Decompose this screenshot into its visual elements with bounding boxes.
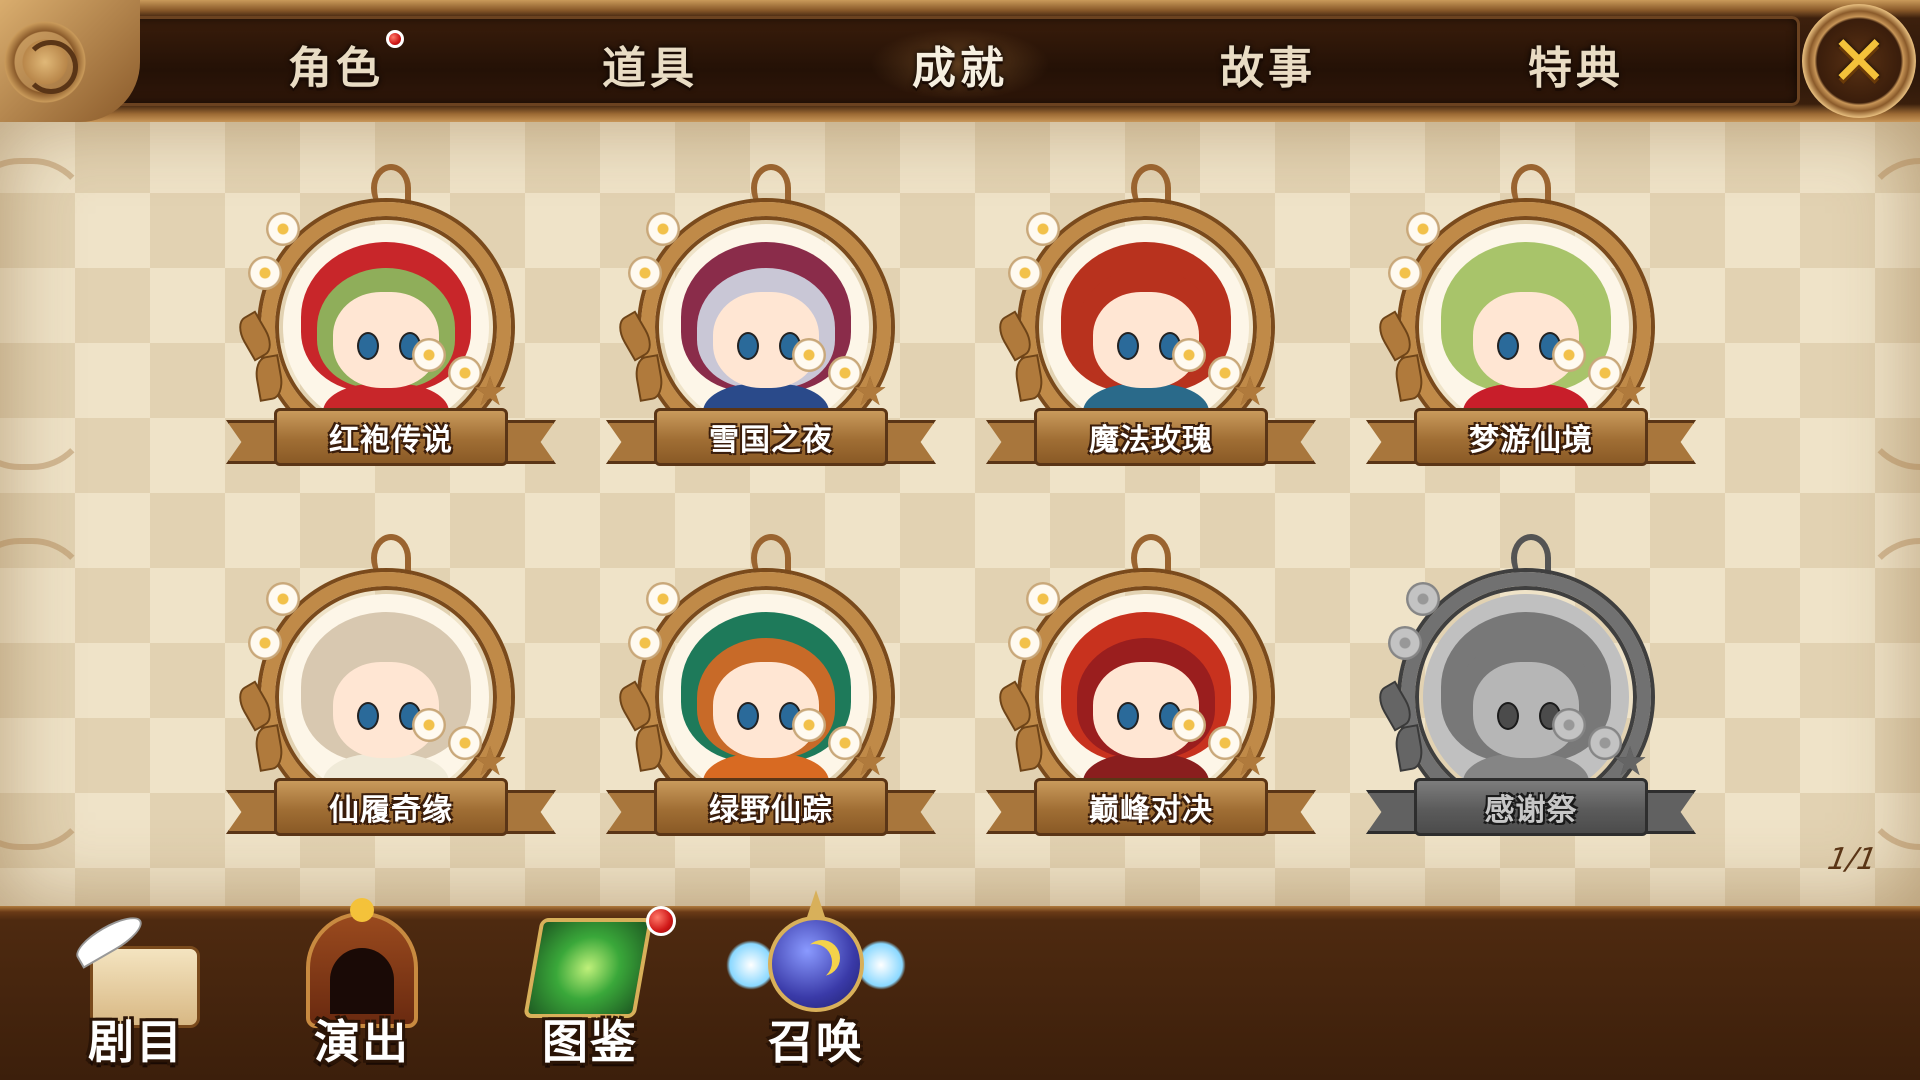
tab-label: 角色 xyxy=(288,43,384,94)
flower-icon xyxy=(1172,338,1206,372)
medal-ribbon: 红袍传说 xyxy=(226,402,556,474)
close-x-icon: ✕ xyxy=(1829,20,1889,102)
medal-ribbon: 梦游仙境 xyxy=(1366,402,1696,474)
right-swirl-decoration xyxy=(1860,158,1920,470)
flower-icon xyxy=(1008,626,1042,660)
medal-label: 巅峰对决 xyxy=(1089,793,1213,828)
medal-ribbon: 仙履奇缘 xyxy=(226,772,556,844)
medal-label: 梦游仙境 xyxy=(1469,423,1593,458)
flower-icon xyxy=(248,256,282,290)
medal-ribbon: 绿野仙踪 xyxy=(606,772,936,844)
character-portrait xyxy=(1043,224,1249,430)
close-button[interactable]: ✕ xyxy=(1802,4,1916,118)
notification-dot-icon xyxy=(386,30,404,48)
flower-icon xyxy=(792,338,826,372)
medal-label: 雪国之夜 xyxy=(709,423,833,458)
character-portrait xyxy=(1043,594,1249,800)
flower-icon xyxy=(1008,256,1042,290)
page-indicator: 1/1 xyxy=(1824,842,1880,877)
nav-label: 剧目 xyxy=(88,1015,184,1069)
nav-label: 演出 xyxy=(314,1015,410,1069)
flower-icon xyxy=(1406,582,1440,616)
character-portrait xyxy=(1423,224,1629,430)
flower-icon xyxy=(1026,212,1060,246)
flower-icon xyxy=(646,212,680,246)
left-swirl-decoration xyxy=(0,538,92,850)
flower-icon xyxy=(1406,212,1440,246)
flower-icon xyxy=(412,708,446,742)
flower-icon xyxy=(646,582,680,616)
nav-performance-button[interactable]: 演出 xyxy=(272,890,452,1080)
flower-icon xyxy=(248,626,282,660)
flower-icon xyxy=(1388,626,1422,660)
flower-icon xyxy=(266,212,300,246)
character-portrait xyxy=(1423,594,1629,800)
tab-items[interactable]: 道具 xyxy=(560,28,740,100)
medal-ribbon: 雪国之夜 xyxy=(606,402,936,474)
nav-gallery-button[interactable]: 图鉴 xyxy=(500,890,680,1080)
character-portrait xyxy=(663,224,869,430)
medal-ribbon: 感谢祭 xyxy=(1366,772,1696,844)
tab-achievements[interactable]: 成就 xyxy=(870,28,1050,100)
flower-icon xyxy=(1552,708,1586,742)
nav-label: 召唤 xyxy=(768,1015,864,1069)
flower-icon xyxy=(1172,708,1206,742)
achievement-medal[interactable]: ★ 梦游仙境 xyxy=(1366,164,1696,494)
corner-ornament-icon xyxy=(0,0,140,122)
flower-icon xyxy=(792,708,826,742)
flower-icon xyxy=(266,582,300,616)
character-portrait xyxy=(283,594,489,800)
tab-label: 道具 xyxy=(602,43,698,94)
flower-icon xyxy=(628,626,662,660)
flower-icon xyxy=(1388,256,1422,290)
tab-label: 特典 xyxy=(1528,43,1624,94)
achievement-medal[interactable]: ★ 魔法玫瑰 xyxy=(986,164,1316,494)
nav-repertoire-button[interactable]: 剧目 xyxy=(46,890,226,1080)
nav-summon-button[interactable]: 召唤 xyxy=(726,890,906,1080)
character-portrait xyxy=(663,594,869,800)
right-swirl-decoration xyxy=(1860,538,1920,850)
flower-icon xyxy=(1026,582,1060,616)
medal-label: 感谢祭 xyxy=(1484,793,1578,828)
tab-characters[interactable]: 角色 xyxy=(246,28,426,100)
tab-label: 成就 xyxy=(912,43,1008,94)
notification-dot-icon xyxy=(646,906,676,936)
left-swirl-decoration xyxy=(0,158,92,470)
flower-icon xyxy=(1552,338,1586,372)
achievement-medal[interactable]: ★ 巅峰对决 xyxy=(986,534,1316,864)
medal-label: 仙履奇缘 xyxy=(329,793,453,828)
medal-label: 魔法玫瑰 xyxy=(1089,423,1213,458)
tab-label: 故事 xyxy=(1220,43,1316,94)
achievement-medal[interactable]: ★ 绿野仙踪 xyxy=(606,534,936,864)
flower-icon xyxy=(628,256,662,290)
medal-ribbon: 巅峰对决 xyxy=(986,772,1316,844)
tab-bonus[interactable]: 特典 xyxy=(1486,28,1666,100)
achievement-medal[interactable]: ★ 红袍传说 xyxy=(226,164,556,494)
achievement-medal[interactable]: ★ 感谢祭 xyxy=(1366,534,1696,864)
medal-label: 绿野仙踪 xyxy=(709,793,833,828)
medal-ribbon: 魔法玫瑰 xyxy=(986,402,1316,474)
achievement-medal[interactable]: ★ 雪国之夜 xyxy=(606,164,936,494)
flower-icon xyxy=(412,338,446,372)
nav-label: 图鉴 xyxy=(542,1015,638,1069)
tab-story[interactable]: 故事 xyxy=(1178,28,1358,100)
medal-label: 红袍传说 xyxy=(329,423,453,458)
character-portrait xyxy=(283,224,489,430)
achievement-medal[interactable]: ★ 仙履奇缘 xyxy=(226,534,556,864)
